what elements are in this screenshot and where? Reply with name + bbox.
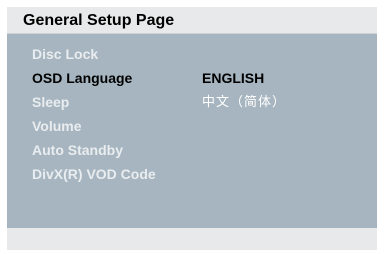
menu-item-auto-standby[interactable]: Auto Standby — [32, 142, 123, 159]
menu-header: General Setup Page — [7, 7, 377, 34]
menu-item-osd-language[interactable]: OSD Language — [32, 70, 132, 87]
language-option-english[interactable]: ENGLISH — [202, 70, 264, 87]
menu-item-volume[interactable]: Volume — [32, 118, 82, 135]
menu-item-disc-lock[interactable]: Disc Lock — [32, 46, 98, 63]
language-option-chinese-simplified[interactable]: 中文（简体） — [202, 94, 286, 111]
menu-footer — [7, 228, 377, 250]
page-title: General Setup Page — [23, 12, 175, 29]
general-setup-menu: General Setup Page Disc Lock OSD Languag… — [7, 7, 377, 250]
menu-item-divx-vod-code[interactable]: DivX(R) VOD Code — [32, 166, 156, 183]
menu-item-sleep[interactable]: Sleep — [32, 94, 69, 111]
